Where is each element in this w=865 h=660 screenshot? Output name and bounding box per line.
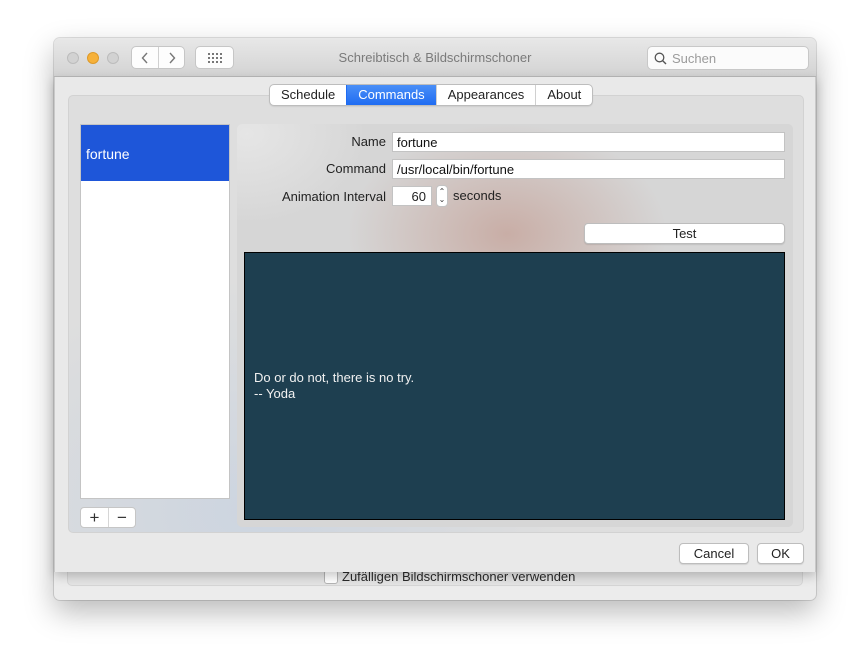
search-placeholder: Suchen xyxy=(672,50,717,66)
remove-command-button[interactable]: − xyxy=(108,508,135,527)
command-label: Command xyxy=(326,161,386,176)
cancel-button[interactable]: Cancel xyxy=(679,543,749,564)
tab-appearances[interactable]: Appearances xyxy=(435,85,536,105)
name-label: Name xyxy=(351,134,386,149)
tab-commands[interactable]: Commands xyxy=(346,85,436,105)
animation-interval-field[interactable]: 60 xyxy=(392,186,432,206)
tab-bar: Schedule Commands Appearances About xyxy=(269,84,594,106)
tab-schedule[interactable]: Schedule xyxy=(270,85,346,105)
options-panel: fortune + − Name fortune Command /usr/lo… xyxy=(68,95,804,533)
tab-about[interactable]: About xyxy=(535,85,592,105)
add-command-button[interactable]: + xyxy=(81,508,108,527)
preview-area: Do or do not, there is no try. -- Yoda xyxy=(244,252,785,520)
ok-button[interactable]: OK xyxy=(757,543,804,564)
interval-stepper[interactable]: ⌃ ⌄ xyxy=(436,185,448,207)
commands-list[interactable]: fortune xyxy=(80,124,230,499)
list-item[interactable]: fortune xyxy=(81,125,229,181)
screensaver-options-sheet: fortune + − Name fortune Command /usr/lo… xyxy=(54,77,816,572)
animation-interval-label: Animation Interval xyxy=(281,189,386,204)
test-button[interactable]: Test xyxy=(584,223,785,244)
name-field[interactable]: fortune xyxy=(392,132,785,152)
list-edit-controls: + − xyxy=(80,507,136,528)
stepper-down-icon[interactable]: ⌄ xyxy=(439,196,446,204)
interval-unit-label: seconds xyxy=(453,188,502,203)
search-field[interactable]: Suchen xyxy=(647,46,809,70)
title-bar: Schreibtisch & Bildschirmschoner Suchen xyxy=(54,38,816,77)
command-field[interactable]: /usr/local/bin/fortune xyxy=(392,159,785,179)
preview-text: Do or do not, there is no try. -- Yoda xyxy=(254,370,415,401)
search-icon xyxy=(654,52,667,64)
command-detail-panel: Name fortune Command /usr/local/bin/fort… xyxy=(237,124,793,527)
